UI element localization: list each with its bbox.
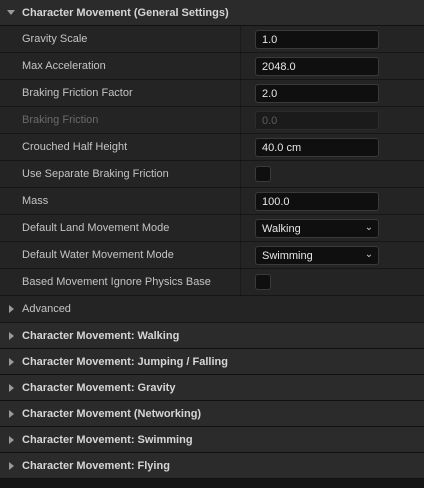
property-list: Gravity Scale 1.0 Max Acceleration 2048.… [0,26,424,323]
column-splitter[interactable] [240,269,241,295]
property-label: Use Separate Braking Friction [22,168,169,180]
property-label: Max Acceleration [22,60,106,72]
property-row-use-separate-braking-friction: Use Separate Braking Friction [0,161,424,188]
section-title: Character Movement: Flying [22,459,170,472]
column-splitter[interactable] [240,26,241,52]
section-header-gravity[interactable]: Character Movement: Gravity [0,375,424,401]
column-splitter[interactable] [240,80,241,106]
chevron-right-icon[interactable] [0,331,22,340]
property-label: Default Land Movement Mode [22,222,170,234]
property-row-max-acceleration: Max Acceleration 2048.0 [0,53,424,80]
advanced-label: Advanced [22,303,71,315]
details-panel: Character Movement (General Settings) Gr… [0,0,424,488]
chevron-down-icon: ⌄ [364,222,374,233]
property-label: Default Water Movement Mode [22,249,174,261]
section-title: Character Movement: Gravity [22,381,176,394]
column-splitter[interactable] [240,215,241,241]
property-label: Braking Friction [22,114,99,126]
column-splitter[interactable] [240,161,241,187]
dropdown-value: Walking [262,223,301,235]
section-header-jumping-falling[interactable]: Character Movement: Jumping / Falling [0,349,424,375]
crouched-half-height-field[interactable]: 40.0 cm [255,138,379,157]
section-header-networking[interactable]: Character Movement (Networking) [0,401,424,427]
property-row-crouched-half-height: Crouched Half Height 40.0 cm [0,134,424,161]
land-movement-mode-dropdown[interactable]: Walking ⌄ [255,219,379,238]
column-splitter[interactable] [240,242,241,268]
chevron-right-icon[interactable] [0,305,22,313]
chevron-right-icon[interactable] [0,435,22,444]
property-label: Based Movement Ignore Physics Base [22,276,211,288]
section-header-swimming[interactable]: Character Movement: Swimming [0,427,424,453]
braking-friction-field: 0.0 [255,111,379,130]
property-label: Braking Friction Factor [22,87,133,99]
column-splitter[interactable] [240,188,241,214]
property-row-default-water-movement-mode: Default Water Movement Mode Swimming ⌄ [0,242,424,269]
dropdown-value: Swimming [262,250,313,262]
property-label: Mass [22,195,49,207]
gravity-scale-field[interactable]: 1.0 [255,30,379,49]
ignore-physics-base-checkbox[interactable] [255,274,271,290]
property-row-mass: Mass 100.0 [0,188,424,215]
section-header-flying[interactable]: Character Movement: Flying [0,453,424,479]
property-row-default-land-movement-mode: Default Land Movement Mode Walking ⌄ [0,215,424,242]
property-row-based-movement-ignore-physics-base: Based Movement Ignore Physics Base [0,269,424,296]
advanced-expander[interactable]: Advanced [0,296,424,323]
water-movement-mode-dropdown[interactable]: Swimming ⌄ [255,246,379,265]
chevron-right-icon[interactable] [0,383,22,392]
use-separate-braking-friction-checkbox[interactable] [255,166,271,182]
mass-field[interactable]: 100.0 [255,192,379,211]
section-header-walking[interactable]: Character Movement: Walking [0,323,424,349]
column-splitter[interactable] [240,107,241,133]
chevron-down-icon[interactable] [0,10,22,15]
chevron-right-icon[interactable] [0,357,22,366]
braking-friction-factor-field[interactable]: 2.0 [255,84,379,103]
section-title: Character Movement (General Settings) [22,6,229,19]
property-label: Crouched Half Height [22,141,128,153]
section-header-general-settings[interactable]: Character Movement (General Settings) [0,0,424,26]
property-label: Gravity Scale [22,33,88,45]
chevron-right-icon[interactable] [0,409,22,418]
section-title: Character Movement: Swimming [22,433,193,446]
column-splitter[interactable] [240,53,241,79]
section-title: Character Movement: Walking [22,329,180,342]
section-title: Character Movement: Jumping / Falling [22,355,228,368]
column-splitter[interactable] [240,134,241,160]
property-row-braking-friction-factor: Braking Friction Factor 2.0 [0,80,424,107]
chevron-right-icon[interactable] [0,461,22,470]
property-row-gravity-scale: Gravity Scale 1.0 [0,26,424,53]
property-row-braking-friction: Braking Friction 0.0 [0,107,424,134]
max-acceleration-field[interactable]: 2048.0 [255,57,379,76]
chevron-down-icon: ⌄ [364,249,374,260]
section-title: Character Movement (Networking) [22,407,202,420]
